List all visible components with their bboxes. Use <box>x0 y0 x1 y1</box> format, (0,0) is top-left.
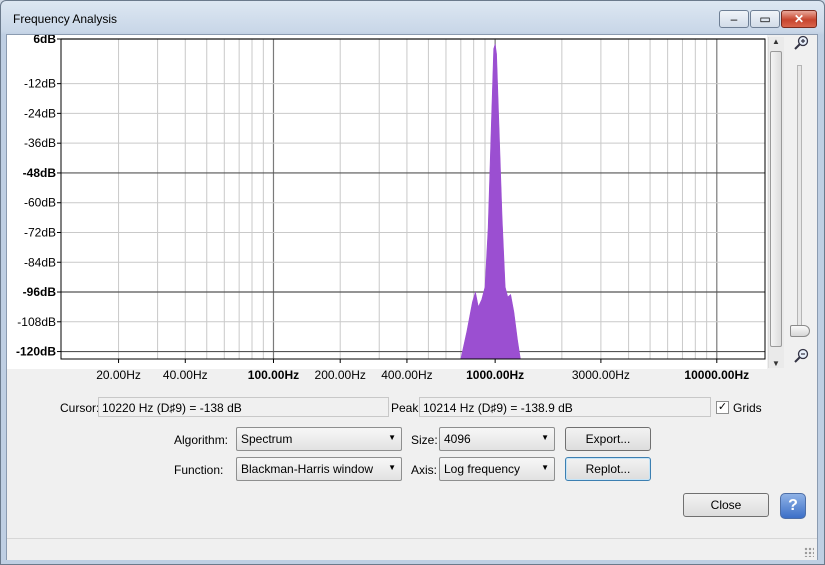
dialog-client: 6dB -12dB -24dB -36dB -48dB -60dB -72dB -84dB -9… <box>6 34 818 560</box>
frequency-analysis-window: Frequency Analysis – ▭ ✕ 6dB -12dB -24dB -3… <box>0 0 825 565</box>
spectrum-area <box>460 43 521 360</box>
algorithm-label: Algorithm: <box>174 433 229 447</box>
scroll-up-icon[interactable]: ▲ <box>772 37 780 46</box>
y-tick-label: -12dB <box>24 77 56 91</box>
status-bar <box>7 538 817 560</box>
y-tick-label: -36dB <box>24 136 56 150</box>
x-tick-label: 40.00Hz <box>163 368 208 382</box>
x-tick-label: 1000.00Hz <box>466 368 524 382</box>
axis-label: Axis: <box>411 463 438 477</box>
algorithm-value: Spectrum <box>241 432 293 446</box>
algorithm-select[interactable]: Spectrum ▼ <box>236 427 402 451</box>
y-tick-label: -48dB <box>23 166 57 180</box>
title-bar[interactable]: Frequency Analysis – ▭ ✕ <box>1 1 824 35</box>
zoom-in-icon[interactable] <box>793 35 809 51</box>
size-label: Size: <box>411 433 438 447</box>
close-button[interactable]: Close <box>683 493 769 517</box>
size-select[interactable]: 4096 ▼ <box>439 427 555 451</box>
help-button[interactable]: ? <box>780 493 806 519</box>
y-tick-label: -60dB <box>24 196 56 210</box>
x-tick-label: 20.00Hz <box>96 368 141 382</box>
function-value: Blackman-Harris window <box>241 462 374 476</box>
x-tick-label: 10000.00Hz <box>684 368 749 382</box>
resize-grip-icon[interactable] <box>804 547 814 557</box>
y-tick-label: -108dB <box>17 315 56 329</box>
scroll-down-icon[interactable]: ▼ <box>772 359 780 368</box>
peak-readout: 10214 Hz (D♯9) = -138.9 dB <box>419 397 711 417</box>
zoom-slider-thumb[interactable] <box>790 325 810 337</box>
y-tick-label: -84dB <box>24 255 56 269</box>
y-tick-label: 6dB <box>33 35 56 46</box>
export-button[interactable]: Export... <box>565 427 651 451</box>
minimize-icon: – <box>730 12 738 26</box>
spectrum-chart[interactable]: 6dB -12dB -24dB -36dB -48dB -60dB -72dB -84dB -9… <box>7 35 767 387</box>
axis-select[interactable]: Log frequency ▼ <box>439 457 555 481</box>
size-value: 4096 <box>444 432 471 446</box>
chevron-down-icon: ▼ <box>388 433 396 442</box>
zoom-slider-track[interactable] <box>797 65 802 337</box>
minimize-button[interactable]: – <box>719 10 749 28</box>
chevron-down-icon: ▼ <box>541 433 549 442</box>
function-select[interactable]: Blackman-Harris window ▼ <box>236 457 402 481</box>
peak-label: Peak: <box>391 401 422 415</box>
scrollbar-thumb[interactable] <box>770 51 782 347</box>
grids-label: Grids <box>733 401 762 415</box>
x-tick-label: 400.00Hz <box>381 368 432 382</box>
cursor-label: Cursor: <box>60 401 100 415</box>
replot-button[interactable]: Replot... <box>565 457 651 481</box>
chevron-down-icon: ▼ <box>541 463 549 472</box>
y-tick-label: -120dB <box>16 345 56 359</box>
x-tick-label: 100.00Hz <box>248 368 299 382</box>
plot-frame <box>60 38 766 360</box>
maximize-icon: ▭ <box>759 12 771 26</box>
cursor-readout: 10220 Hz (D♯9) = -138 dB <box>98 397 389 417</box>
axis-value: Log frequency <box>444 462 521 476</box>
y-tick-label: -72dB <box>24 225 56 239</box>
close-icon: ✕ <box>793 12 805 26</box>
zoom-out-icon[interactable] <box>793 348 809 364</box>
maximize-button[interactable]: ▭ <box>750 10 780 28</box>
x-tick-label: 3000.00Hz <box>572 368 630 382</box>
y-tick-label: -24dB <box>24 106 56 120</box>
plot-vertical-scrollbar[interactable]: ▲ ▼ <box>768 37 784 368</box>
x-tick-label: 200.00Hz <box>315 368 366 382</box>
grids-checkbox[interactable]: ✓ <box>716 401 729 414</box>
close-window-button[interactable]: ✕ <box>781 10 817 28</box>
y-tick-label: -96dB <box>23 285 57 299</box>
window-title: Frequency Analysis <box>13 12 118 26</box>
chevron-down-icon: ▼ <box>388 463 396 472</box>
function-label: Function: <box>174 463 224 477</box>
